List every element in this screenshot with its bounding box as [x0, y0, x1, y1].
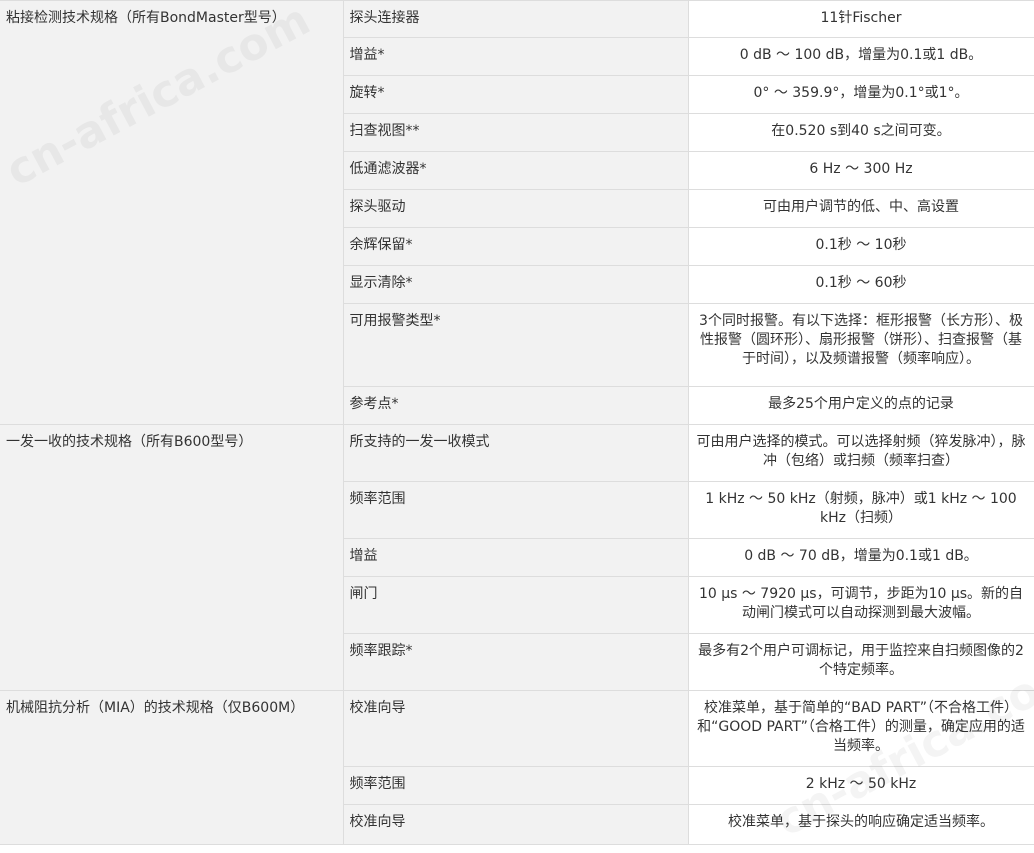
param-value: 2 kHz ～ 50 kHz	[687, 766, 1034, 805]
param-name: 扫查视图**	[342, 113, 689, 152]
param-name: 余辉保留*	[342, 227, 689, 266]
group-label: 机械阻抗分析（MIA）的技术规格（仅B600M）	[0, 690, 344, 845]
param-name: 参考点*	[342, 386, 689, 425]
param-value: 最多有2个用户可调标记，用于监控来自扫频图像的2个特定频率。	[687, 633, 1034, 691]
param-name: 频率范围	[342, 481, 689, 539]
param-name: 低通滤波器*	[342, 151, 689, 190]
param-value: 可由用户选择的模式。可以选择射频（猝发脉冲），脉冲（包络）或扫频（频率扫查）	[687, 424, 1034, 482]
param-name: 可用报警类型*	[342, 303, 689, 387]
param-name: 闸门	[342, 576, 689, 634]
param-name: 旋转*	[342, 75, 689, 114]
param-value: 0 dB ～ 70 dB，增量为0.1或1 dB。	[687, 538, 1034, 577]
param-value: 1 kHz ～ 50 kHz（射频，脉冲）或1 kHz ～ 100 kHz（扫频…	[687, 481, 1034, 539]
table-row: 机械阻抗分析（MIA）的技术规格（仅B600M） 校准向导 校准菜单，基于简单的…	[0, 690, 1034, 845]
param-name: 校准向导	[342, 690, 689, 767]
param-name: 探头连接器	[342, 0, 689, 38]
param-name: 频率跟踪*	[342, 633, 689, 691]
param-value: 0 dB ～ 100 dB，增量为0.1或1 dB。	[687, 37, 1034, 76]
param-name: 增益	[342, 538, 689, 577]
table-row: 粘接检测技术规格（所有BondMaster型号） 探头连接器 11针Fische…	[0, 0, 1034, 425]
param-value: 10 µs ～ 7920 µs，可调节，步距为10 µs。新的自动闸门模式可以自…	[687, 576, 1034, 634]
table-row: 一发一收的技术规格（所有B600型号） 所支持的一发一收模式 可由用户选择的模式…	[0, 424, 1034, 691]
param-value: 可由用户调节的低、中、高设置	[687, 189, 1034, 228]
param-name: 校准向导	[342, 804, 689, 845]
param-value: 校准菜单，基于简单的“BAD PART”（不合格工件）和“GOOD PART”（…	[687, 690, 1034, 767]
param-value: 0.1秒 ～ 60秒	[687, 265, 1034, 304]
param-value: 0° ～ 359.9°，增量为0.1°或1°。	[687, 75, 1034, 114]
param-value: 最多25个用户定义的点的记录	[687, 386, 1034, 425]
param-value: 11针Fischer	[687, 0, 1034, 38]
param-name: 增益*	[342, 37, 689, 76]
param-value: 校准菜单，基于探头的响应确定适当频率。	[687, 804, 1034, 845]
group-label: 粘接检测技术规格（所有BondMaster型号）	[0, 0, 344, 425]
param-value: 在0.520 s到40 s之间可变。	[687, 113, 1034, 152]
param-name: 探头驱动	[342, 189, 689, 228]
param-value: 0.1秒 ～ 10秒	[687, 227, 1034, 266]
param-value: 3个同时报警。有以下选择：框形报警（长方形）、极性报警（圆环形）、扇形报警（饼形…	[687, 303, 1034, 387]
spec-table: 粘接检测技术规格（所有BondMaster型号） 探头连接器 11针Fische…	[0, 0, 1034, 845]
param-name: 所支持的一发一收模式	[342, 424, 689, 482]
group-label: 一发一收的技术规格（所有B600型号）	[0, 424, 344, 691]
param-name: 频率范围	[342, 766, 689, 805]
param-value: 6 Hz ～ 300 Hz	[687, 151, 1034, 190]
param-name: 显示清除*	[342, 265, 689, 304]
